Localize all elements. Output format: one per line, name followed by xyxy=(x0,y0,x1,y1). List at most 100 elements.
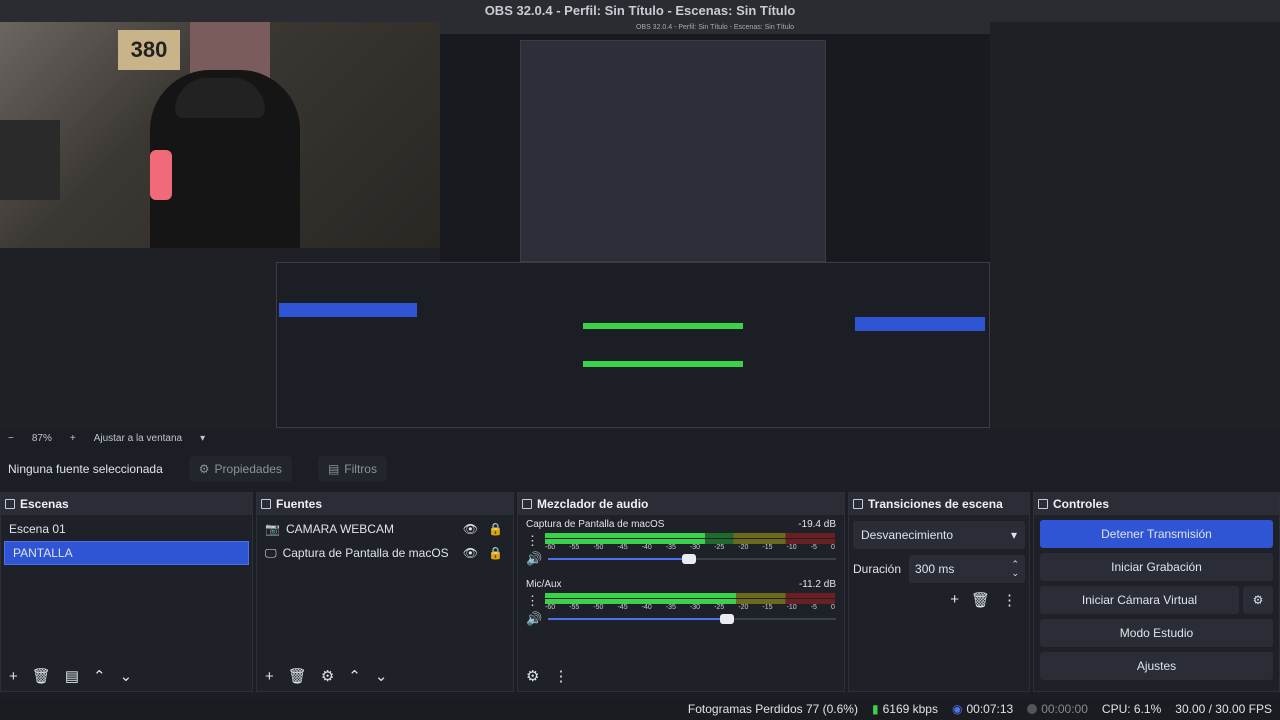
add-icon[interactable]: + xyxy=(9,668,18,685)
filters-button[interactable]: ▤ Filtros xyxy=(317,456,387,482)
source-label: CAMARA WEBCAM xyxy=(285,522,394,536)
kebab-menu-icon[interactable]: ⋮ xyxy=(553,667,568,685)
add-icon[interactable]: + xyxy=(950,591,959,609)
mixer-channel-mic: Mic/Aux -11.2 dB ⋮ -60 -55 -50 -45 -40 -35 -30… xyxy=(518,575,844,627)
chevron-up-icon[interactable]: ⌃ xyxy=(348,667,361,685)
gear-icon[interactable]: ⚙ xyxy=(526,667,539,685)
mini-meter xyxy=(583,323,743,329)
kebab-menu-icon[interactable]: ⋮ xyxy=(526,533,539,549)
lock-icon[interactable]: 🔒 xyxy=(488,522,503,536)
source-toolbar: Ninguna fuente seleccionada ⚙ Propiedade… xyxy=(0,452,1280,486)
scene-item-selected[interactable]: PANTALLA xyxy=(4,541,249,565)
mixer-channel-desktop: Captura de Pantalla de macOS -19.4 dB ⋮ … xyxy=(518,515,844,567)
filters-label: Filtros xyxy=(344,462,377,476)
bitrate: 6169 kbps xyxy=(882,702,938,716)
dock-icon xyxy=(853,499,863,509)
eye-icon[interactable]: 👁 xyxy=(463,546,478,560)
add-icon[interactable]: + xyxy=(265,668,274,685)
tick-label: -40 xyxy=(641,544,652,551)
webcam-feed: 380 xyxy=(0,0,440,248)
tick-label: -25 xyxy=(714,604,725,611)
trash-icon[interactable]: 🗑 xyxy=(288,667,307,685)
chevron-down-icon[interactable]: ▾ xyxy=(200,433,205,444)
zoom-out-button[interactable]: − xyxy=(8,433,14,444)
properties-button[interactable]: ⚙ Propiedades xyxy=(188,456,292,482)
tick-label: -25 xyxy=(714,544,725,551)
trash-icon[interactable]: 🗑 xyxy=(32,667,51,685)
dropped-frames: Fotogramas Perdidos 77 (0.6%) xyxy=(687,702,858,716)
tick-label: -50 xyxy=(593,544,604,551)
chevron-down-icon[interactable]: ⌄ xyxy=(375,667,388,685)
status-bar: Fotogramas Perdidos 77 (0.6%) ▮ 6169 kbp… xyxy=(0,698,1280,720)
cpu-usage: CPU: 6.1% xyxy=(1101,702,1162,716)
kebab-menu-icon[interactable]: ⋮ xyxy=(526,593,539,609)
speaker-icon[interactable]: 🔊 xyxy=(526,611,542,627)
sources-footer: + 🗑 ⚙ ⌃ ⌄ xyxy=(257,661,513,691)
settings-button[interactable]: Ajustes xyxy=(1040,652,1273,680)
transition-select[interactable]: Desvanecimiento ▾ xyxy=(853,521,1025,549)
fit-window-label[interactable]: Ajustar a la ventana xyxy=(94,433,182,444)
chevron-down-icon[interactable]: ⌄ xyxy=(120,667,133,685)
filter-icon[interactable]: ▤ xyxy=(65,667,79,685)
stepper-icon[interactable]: ⌃ ⌄ xyxy=(1011,560,1019,578)
scene-item[interactable]: Escena 01 xyxy=(1,517,252,541)
tick-label: -45 xyxy=(617,544,628,551)
zoom-in-button[interactable]: + xyxy=(70,433,76,444)
stop-stream-button[interactable]: Detener Transmisión xyxy=(1040,520,1273,548)
tick-label: 0 xyxy=(830,544,835,551)
studio-mode-button[interactable]: Modo Estudio xyxy=(1040,619,1273,647)
gear-icon: ⚙ xyxy=(198,462,210,476)
lock-icon[interactable]: 🔒 xyxy=(488,546,503,560)
chevron-up-icon[interactable]: ⌃ xyxy=(93,667,106,685)
tick-label: -15 xyxy=(762,544,773,551)
sources-dock: Fuentes 📷 CAMARA WEBCAM 👁 🔒 🖵 Captura de… xyxy=(256,492,514,692)
chevron-down-icon: ▾ xyxy=(1010,528,1017,542)
no-source-label: Ninguna fuente seleccionada xyxy=(8,462,163,476)
record-time: 00:00:00 xyxy=(1041,702,1088,716)
volume-meter: -60 -55 -50 -45 -40 -35 -30 -25 -20 -15 -10 -5 0 xyxy=(545,593,835,611)
dock-icon xyxy=(5,499,15,509)
source-item-webcam[interactable]: 📷 CAMARA WEBCAM 👁 🔒 xyxy=(257,517,513,541)
virtual-cam-button[interactable]: Iniciar Cámara Virtual xyxy=(1040,586,1239,614)
kebab-menu-icon[interactable]: ⋮ xyxy=(1002,591,1017,609)
sources-title: Fuentes xyxy=(276,497,323,511)
camera-icon: 📷 xyxy=(265,522,280,536)
mixer-footer: ⚙ ⋮ xyxy=(518,661,844,691)
tick-label: -55 xyxy=(569,604,580,611)
meter-ticks: -60 -55 -50 -45 -40 -35 -30 -25 -20 -15 -10 -5 0 xyxy=(545,544,835,551)
start-recording-button[interactable]: Iniciar Grabación xyxy=(1040,553,1273,581)
eye-icon[interactable]: 👁 xyxy=(463,522,478,536)
properties-label: Propiedades xyxy=(214,462,282,476)
trash-icon[interactable]: 🗑 xyxy=(971,591,990,609)
tick-label: -20 xyxy=(738,604,749,611)
controls-header: Controles xyxy=(1034,493,1279,515)
channel-db: -11.2 dB xyxy=(798,579,836,590)
gear-icon[interactable]: ⚙ xyxy=(1243,586,1273,614)
gear-icon[interactable]: ⚙ xyxy=(321,667,334,685)
tick-label: -35 xyxy=(665,544,676,551)
tick-label: -5 xyxy=(810,604,817,611)
duration-value: 300 ms xyxy=(915,562,955,576)
speaker-icon[interactable]: 🔊 xyxy=(526,551,542,567)
slider-handle[interactable] xyxy=(682,554,697,564)
poster-380: 380 xyxy=(118,30,180,70)
scenes-dock: Escenas Escena 01 PANTALLA + 🗑 ▤ ⌃ ⌄ xyxy=(0,492,253,692)
tick-label: -60 xyxy=(545,604,556,611)
scenes-title: Escenas xyxy=(20,497,69,511)
slider-handle[interactable] xyxy=(719,614,734,624)
tick-label: -10 xyxy=(786,544,797,551)
channel-db: -19.4 dB xyxy=(798,519,836,530)
tick-label: -35 xyxy=(665,604,676,611)
channel-name: Captura de Pantalla de macOS xyxy=(526,519,665,530)
duration-label: Duración xyxy=(853,562,902,576)
screen-capture-mini xyxy=(276,262,990,428)
duration-spinbox[interactable]: 300 ms ⌃ ⌄ xyxy=(909,555,1025,583)
signal-bars-icon: ▮ xyxy=(871,702,879,716)
volume-slider[interactable] xyxy=(548,612,836,626)
source-item-screen[interactable]: 🖵 Captura de Pantalla de macOS 👁 🔒 xyxy=(257,541,513,565)
microphone-light xyxy=(150,150,172,200)
mini-meter-2 xyxy=(583,361,743,367)
scenes-header: Escenas xyxy=(1,493,252,515)
preview-canvas[interactable]: 380 OBS 32.0.4 - Perfil: Sin Título - Es… xyxy=(0,0,1280,430)
volume-slider[interactable] xyxy=(548,552,836,566)
